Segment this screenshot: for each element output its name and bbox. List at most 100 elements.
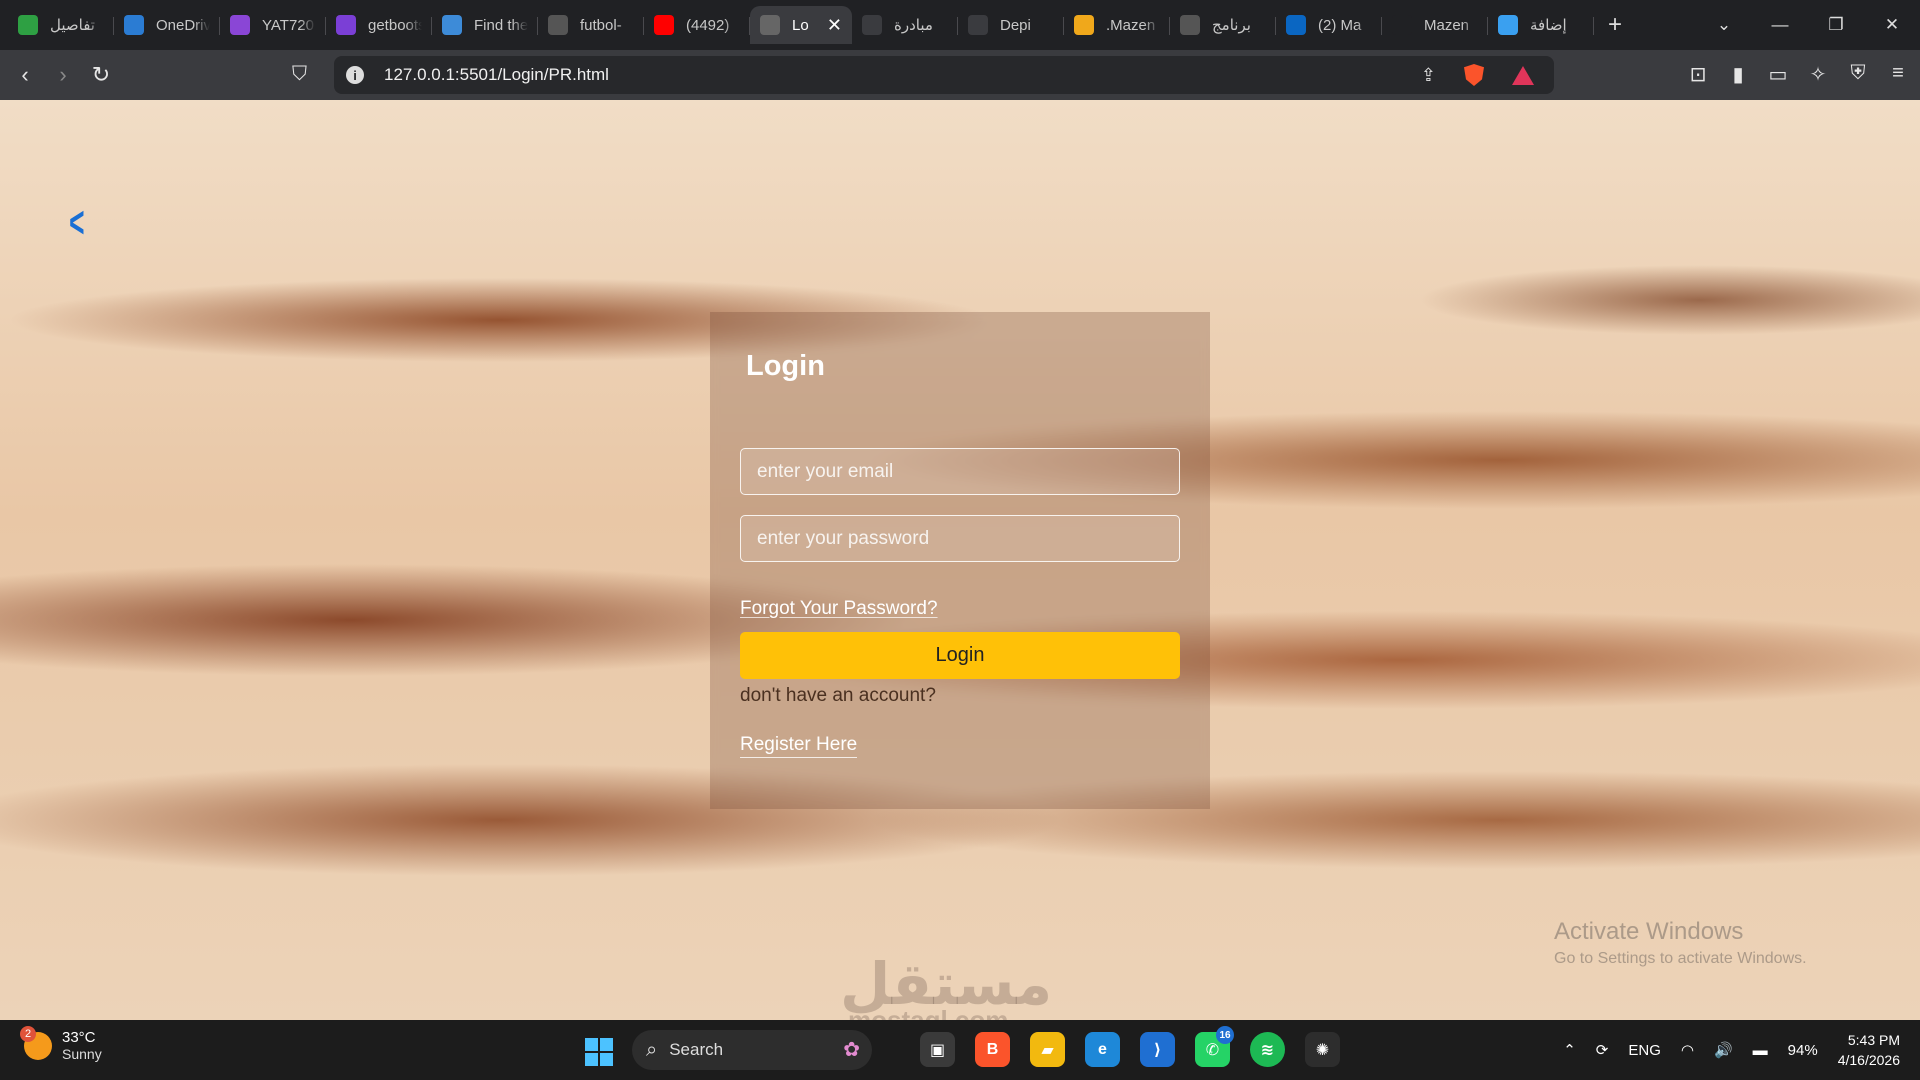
sidebar-icon[interactable]: ▮	[1728, 62, 1748, 87]
browser-tab[interactable]: (2) Ma	[1276, 6, 1382, 44]
wallet-icon[interactable]: ▭	[1768, 62, 1788, 87]
pinned-apps: ▣ B ▰ e ⟩ ✆ 16 ≋ ✺	[920, 1026, 1340, 1067]
language-indicator[interactable]: ENG	[1628, 1042, 1661, 1059]
browser-tab[interactable]: إضافة	[1488, 6, 1594, 44]
windows-start-icon[interactable]	[585, 1038, 613, 1066]
play-icon	[230, 15, 250, 35]
tab-label: OneDrive	[156, 16, 210, 34]
leo-ai-icon[interactable]: ✧	[1808, 62, 1828, 87]
search-icon: ⌕	[646, 1038, 658, 1061]
browser-tab[interactable]: برنامج	[1170, 6, 1276, 44]
close-window-button[interactable]: ✕	[1864, 15, 1920, 35]
address-bar[interactable]: i 127.0.0.1:5501/Login/PR.html ⇪	[334, 56, 1554, 94]
spotify-icon[interactable]: ≋	[1250, 1032, 1285, 1067]
email-input[interactable]	[740, 448, 1180, 495]
chatgpt-icon[interactable]: ✺	[1305, 1032, 1340, 1067]
tab-label: .Mazen	[1106, 16, 1156, 34]
tab-label: (4492)	[686, 16, 730, 34]
tulip-icon: ✿	[843, 1039, 860, 1061]
tab-label: برنامج	[1212, 17, 1251, 34]
browser-tab[interactable]: futbol-	[538, 6, 644, 44]
mostaql-icon	[1392, 15, 1412, 35]
vpn-icon[interactable]: ⛨	[1848, 62, 1868, 87]
browser-tab[interactable]: YAT720	[220, 6, 326, 44]
browser-tab[interactable]: Lo ✕	[750, 6, 852, 44]
menu-icon[interactable]: ≡	[1888, 62, 1908, 87]
globe-icon	[548, 15, 568, 35]
tab-label: Depi	[1000, 16, 1031, 34]
windows-taskbar: 2 33°C Sunny ⌕ Search ✿ ▣ B ▰ e ⟩ ✆ 16 ≋…	[0, 1020, 1920, 1080]
site-info-icon[interactable]: i	[346, 66, 364, 84]
depi-icon	[968, 15, 988, 35]
brave-shield-icon[interactable]	[1464, 64, 1484, 86]
weather-widget[interactable]: 2 33°C Sunny	[20, 1025, 102, 1062]
tab-label: (2) Ma	[1318, 16, 1362, 34]
browser-tab[interactable]: getbootstrap	[326, 6, 432, 44]
screenshot-icon[interactable]: ⊡	[1688, 62, 1708, 87]
vscode-icon[interactable]: ⟩	[1140, 1032, 1175, 1067]
browser-tab[interactable]: .Mazen	[1064, 6, 1170, 44]
sync-icon[interactable]: ⟳	[1596, 1041, 1609, 1059]
url-text[interactable]: 127.0.0.1:5501/Login/PR.html	[384, 65, 609, 85]
taskbar-search-label: Search	[669, 1040, 724, 1059]
password-input[interactable]	[740, 515, 1180, 562]
back-arrow-icon[interactable]: <	[69, 198, 84, 248]
tab-list: تفاصيل OneDrive YAT720 getbootstrap Find the…	[0, 0, 1594, 50]
forgot-password-link[interactable]: Forgot Your Password?	[740, 598, 938, 620]
wifi-icon[interactable]: ◠	[1681, 1041, 1694, 1059]
document-icon	[1180, 15, 1200, 35]
browser-tab[interactable]: Mazen	[1382, 6, 1488, 44]
browser-tab[interactable]: OneDrive	[114, 6, 220, 44]
battery-icon[interactable]: ▬	[1753, 1042, 1768, 1059]
clock-time: 5:43 PM	[1847, 1032, 1900, 1048]
close-tab-icon[interactable]: ✕	[827, 15, 842, 36]
share-icon[interactable]: ⇪	[1421, 65, 1436, 86]
login-button[interactable]: Login	[740, 632, 1180, 679]
mostaql-watermark-url: mostaql.com	[848, 1005, 1009, 1020]
brave-browser-icon[interactable]: B	[975, 1032, 1010, 1067]
onedrive-icon	[124, 15, 144, 35]
tab-label: مبادرة	[894, 17, 933, 34]
battery-percent: 94%	[1787, 1041, 1818, 1059]
depi-icon	[862, 15, 882, 35]
clock-date: 4/16/2026	[1837, 1052, 1900, 1068]
youtube-icon	[654, 15, 674, 35]
edge-icon[interactable]: e	[1085, 1032, 1120, 1067]
browser-tab-strip: تفاصيل OneDrive YAT720 getbootstrap Find the…	[0, 0, 1920, 50]
browser-tab[interactable]: Find the	[432, 6, 538, 44]
back-button[interactable]: ‹	[6, 62, 44, 88]
bookmark-icon[interactable]: ⛉	[292, 63, 307, 86]
html5-icon	[1074, 15, 1094, 35]
no-account-text: don't have an account?	[740, 685, 936, 706]
browser-tab[interactable]: Depi	[958, 6, 1064, 44]
volume-icon[interactable]: 🔊	[1714, 1041, 1733, 1059]
activate-windows-title: Activate Windows	[1554, 918, 1744, 945]
reload-button[interactable]: ↻	[82, 62, 120, 88]
clock[interactable]: 5:43 PM 4/16/2026	[1838, 1030, 1900, 1070]
restore-button[interactable]: ❐	[1808, 15, 1864, 35]
tab-label: Find the	[474, 16, 528, 34]
bootstrap-icon	[336, 15, 356, 35]
browser-tab[interactable]: مبادرة	[852, 6, 958, 44]
tray-overflow-icon[interactable]: ⌃	[1563, 1041, 1576, 1059]
register-link[interactable]: Register Here	[740, 734, 858, 758]
new-tab-button[interactable]: +	[1608, 11, 1622, 39]
tab-label: getbootstrap	[368, 16, 422, 34]
taskbar-search[interactable]: ⌕ Search ✿	[632, 1030, 872, 1070]
tab-label: Mazen	[1424, 16, 1470, 34]
weather-temp: 33°C	[62, 1029, 96, 1046]
file-explorer-icon[interactable]: ▰	[1030, 1032, 1065, 1067]
toolbar-actions: ⊡ ▮ ▭ ✧ ⛨ ≡	[1688, 62, 1908, 87]
browser-tab[interactable]: (4492)	[644, 6, 750, 44]
whatsapp-icon[interactable]: ✆ 16	[1195, 1026, 1234, 1067]
minimize-button[interactable]: —	[1752, 15, 1808, 35]
browser-tab[interactable]: تفاصيل	[8, 6, 114, 44]
task-view-icon[interactable]: ▣	[920, 1032, 955, 1067]
browser-toolbar: ‹ › ↻ ⛉ i 127.0.0.1:5501/Login/PR.html ⇪…	[0, 50, 1920, 100]
tab-search-chevron-icon[interactable]: ⌄	[1696, 15, 1752, 35]
forward-button[interactable]: ›	[44, 62, 82, 88]
sun-icon: 2	[20, 1025, 52, 1060]
tab-label: تفاصيل	[50, 17, 95, 34]
brave-rewards-icon[interactable]	[1512, 65, 1534, 85]
globe-icon	[760, 15, 780, 35]
